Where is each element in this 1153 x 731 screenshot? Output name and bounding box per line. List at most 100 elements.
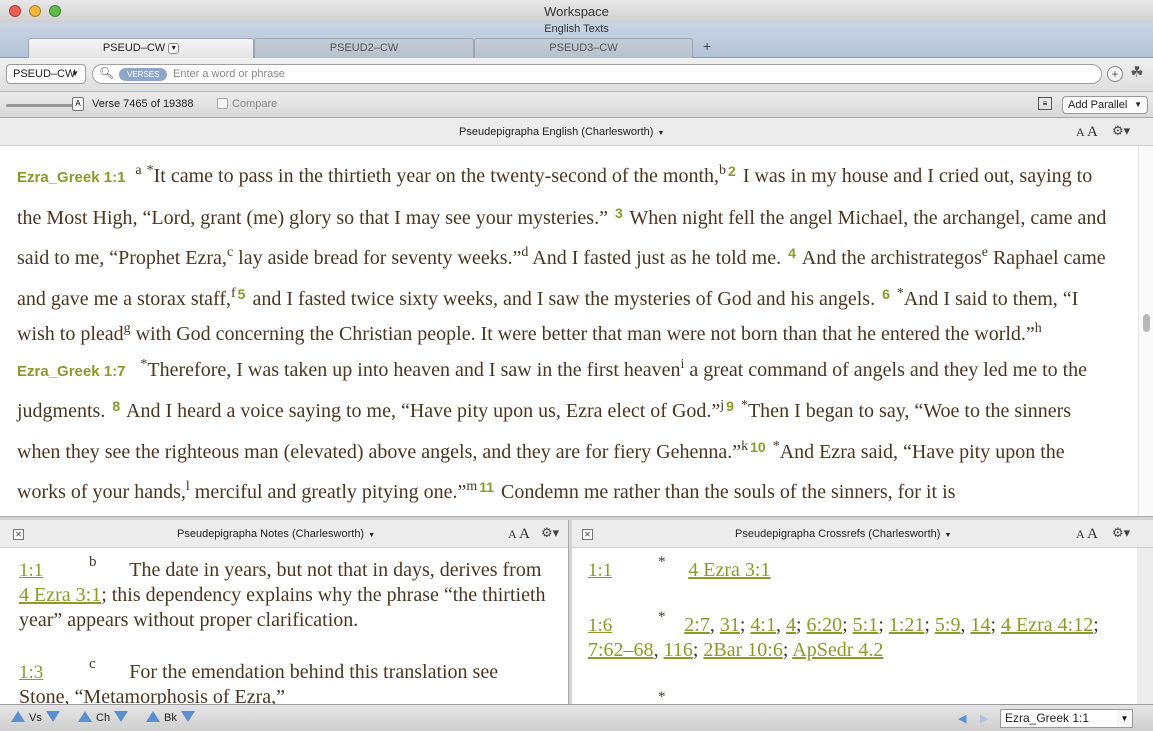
notes-pane-title[interactable]: Pseudepigrapha Notes (Charlesworth) ▼ xyxy=(177,528,375,540)
crossrefs-pane: 1:1 * 4 Ezra 3:1 1:6 * 2:7, 31; 4:1, 4; 6:20… xyxy=(572,548,1137,704)
main-pane-title[interactable]: Pseudepigrapha English (Charlesworth) ▼ xyxy=(459,126,664,138)
crossref-link[interactable]: 4 Ezra 3:1 xyxy=(688,559,770,581)
previous-book-icon[interactable] xyxy=(146,711,160,722)
note-marker[interactable]: m xyxy=(466,479,477,494)
verse-number[interactable]: 4 xyxy=(788,245,796,261)
tab-pseud-cw[interactable]: PSEUD–CW ▼ xyxy=(28,38,254,58)
crossref-link[interactable]: 4:1 xyxy=(750,614,776,636)
note-reference[interactable]: 1:1 xyxy=(19,560,43,581)
verse-reference[interactable]: Ezra_Greek 1:7 xyxy=(17,363,125,380)
note-marker[interactable]: b xyxy=(719,163,726,178)
crossref-link[interactable]: 116 xyxy=(664,639,693,661)
tab-menu-icon[interactable]: ▼ xyxy=(168,42,180,54)
accordance-tools-icon[interactable]: ☘ xyxy=(1129,65,1145,82)
note-mark: c xyxy=(89,656,96,672)
verse-number[interactable]: 2 xyxy=(728,163,736,179)
note-marker[interactable]: a xyxy=(135,163,141,178)
text-size-large[interactable]: A xyxy=(519,526,530,542)
close-pane-icon[interactable]: ✕ xyxy=(13,529,24,540)
tab-label: PSEUD2–CW xyxy=(329,42,399,54)
add-parallel-button[interactable]: Add Parallel ▼ xyxy=(1062,96,1148,114)
text-size-control[interactable]: A A xyxy=(1076,124,1098,141)
verse-number[interactable]: 6 xyxy=(882,286,890,302)
note-marker[interactable]: f xyxy=(231,286,236,301)
verse-number[interactable]: 9 xyxy=(726,398,734,414)
compare-checkbox[interactable]: Compare xyxy=(217,98,277,110)
layout-icon[interactable]: ≡ xyxy=(1038,97,1052,110)
crossref-marker[interactable]: * xyxy=(741,398,748,413)
gear-icon[interactable]: ⚙︎▾ xyxy=(1112,525,1130,541)
text-size-large[interactable]: A xyxy=(1087,526,1098,542)
search-scope-pill[interactable]: VERSES xyxy=(119,68,168,81)
note-marker[interactable]: h xyxy=(1035,321,1042,336)
text-slider-track[interactable] xyxy=(6,104,76,107)
search-icon[interactable]: 🔍︎ xyxy=(99,66,114,80)
next-chapter-icon[interactable] xyxy=(114,711,129,722)
verse-text: merciful and greatly pitying one.” xyxy=(189,481,467,503)
main-scrollbar[interactable] xyxy=(1138,146,1153,516)
crossref-link[interactable]: 5:9 xyxy=(935,614,961,636)
verse-number[interactable]: 5 xyxy=(238,286,246,302)
add-search-icon[interactable]: + xyxy=(1107,66,1123,82)
crossref-link[interactable]: 4 xyxy=(786,614,796,636)
chevron-down-icon[interactable]: ▼ xyxy=(1117,709,1133,728)
gear-icon[interactable]: ⚙︎▾ xyxy=(1112,123,1130,139)
crossref-link[interactable]: 31 xyxy=(720,614,740,636)
history-back-icon[interactable]: ◀ xyxy=(958,712,966,725)
gear-icon[interactable]: ⚙︎▾ xyxy=(541,525,559,541)
tab-label: PSEUD–CW xyxy=(102,42,166,54)
close-pane-icon[interactable]: ✕ xyxy=(582,529,593,540)
crossref-reference[interactable]: 1:1 xyxy=(588,560,612,581)
text-size-small[interactable]: A xyxy=(508,527,516,541)
next-verse-icon[interactable] xyxy=(45,711,60,722)
note-marker[interactable]: j xyxy=(720,398,724,413)
next-book-icon[interactable] xyxy=(180,711,195,722)
note-marker[interactable]: g xyxy=(124,321,131,336)
crossref-reference[interactable]: 1:6 xyxy=(588,615,612,636)
search-input[interactable] xyxy=(173,66,1073,82)
module-selector-label: PSEUD–CW xyxy=(13,68,76,80)
text-size-small[interactable]: A xyxy=(1076,527,1084,541)
module-selector[interactable]: PSEUD–CW ▼ xyxy=(6,64,86,84)
crossref-marker[interactable]: * xyxy=(773,439,780,454)
tab-pseud2-cw[interactable]: PSEUD2–CW xyxy=(254,38,474,58)
crossref-marker[interactable]: * xyxy=(897,286,904,301)
crossref-link[interactable]: 2:7 xyxy=(684,614,710,636)
add-tab-icon[interactable]: + xyxy=(703,38,711,54)
notes-pane-header: ✕ Pseudepigrapha Notes (Charlesworth) ▼ A… xyxy=(0,520,568,548)
chevron-down-icon: ▼ xyxy=(657,130,665,137)
text-size-large[interactable]: A xyxy=(1087,124,1098,140)
verse-number[interactable]: 10 xyxy=(750,439,766,455)
crossrefs-pane-title[interactable]: Pseudepigrapha Crossrefs (Charlesworth) ▼ xyxy=(735,528,951,540)
crossref-mark: * xyxy=(658,689,666,704)
verse-number[interactable]: 3 xyxy=(615,205,623,221)
goto-reference-field[interactable]: Ezra_Greek 1:1 xyxy=(1000,709,1118,728)
crossref-marker[interactable]: * xyxy=(147,163,154,178)
note-marker[interactable]: k xyxy=(741,439,748,454)
verse-number[interactable]: 11 xyxy=(479,479,494,495)
note-reference[interactable]: 1:3 xyxy=(19,662,43,683)
verse-reference[interactable]: Ezra_Greek 1:1 xyxy=(17,169,125,186)
verse-text: Condemn me rather than the souls of the … xyxy=(496,481,956,503)
text-size-small[interactable]: A xyxy=(1076,125,1084,139)
previous-verse-icon[interactable] xyxy=(11,711,25,722)
text-size-control[interactable]: A A xyxy=(1076,526,1098,543)
tab-pseud3-cw[interactable]: PSEUD3–CW xyxy=(474,38,693,58)
history-forward-icon[interactable]: ▶ xyxy=(980,712,988,725)
crossref-link[interactable]: 6:20 xyxy=(807,614,843,636)
crossref-link[interactable]: 1:21 xyxy=(889,614,925,636)
scrollbar-thumb[interactable] xyxy=(1143,314,1150,332)
note-link[interactable]: 4 Ezra 3:1 xyxy=(19,584,101,606)
text-size-control[interactable]: A A xyxy=(508,526,530,543)
previous-chapter-icon[interactable] xyxy=(78,711,92,722)
verse-number[interactable]: 8 xyxy=(112,398,120,414)
text-slider-knob[interactable]: A xyxy=(72,97,84,111)
checkbox-icon[interactable] xyxy=(217,98,228,109)
crossref-link[interactable]: 7:62–68 xyxy=(588,639,654,661)
crossref-link[interactable]: ApSedr 4.2 xyxy=(792,639,883,661)
crossref-link[interactable]: 14 xyxy=(970,614,990,636)
crossref-link[interactable]: 2Bar 10:6 xyxy=(703,639,782,661)
book-nav: Bk xyxy=(146,711,195,724)
crossref-link[interactable]: 4 Ezra 4:12 xyxy=(1001,614,1093,636)
crossref-link[interactable]: 5:1 xyxy=(853,614,879,636)
